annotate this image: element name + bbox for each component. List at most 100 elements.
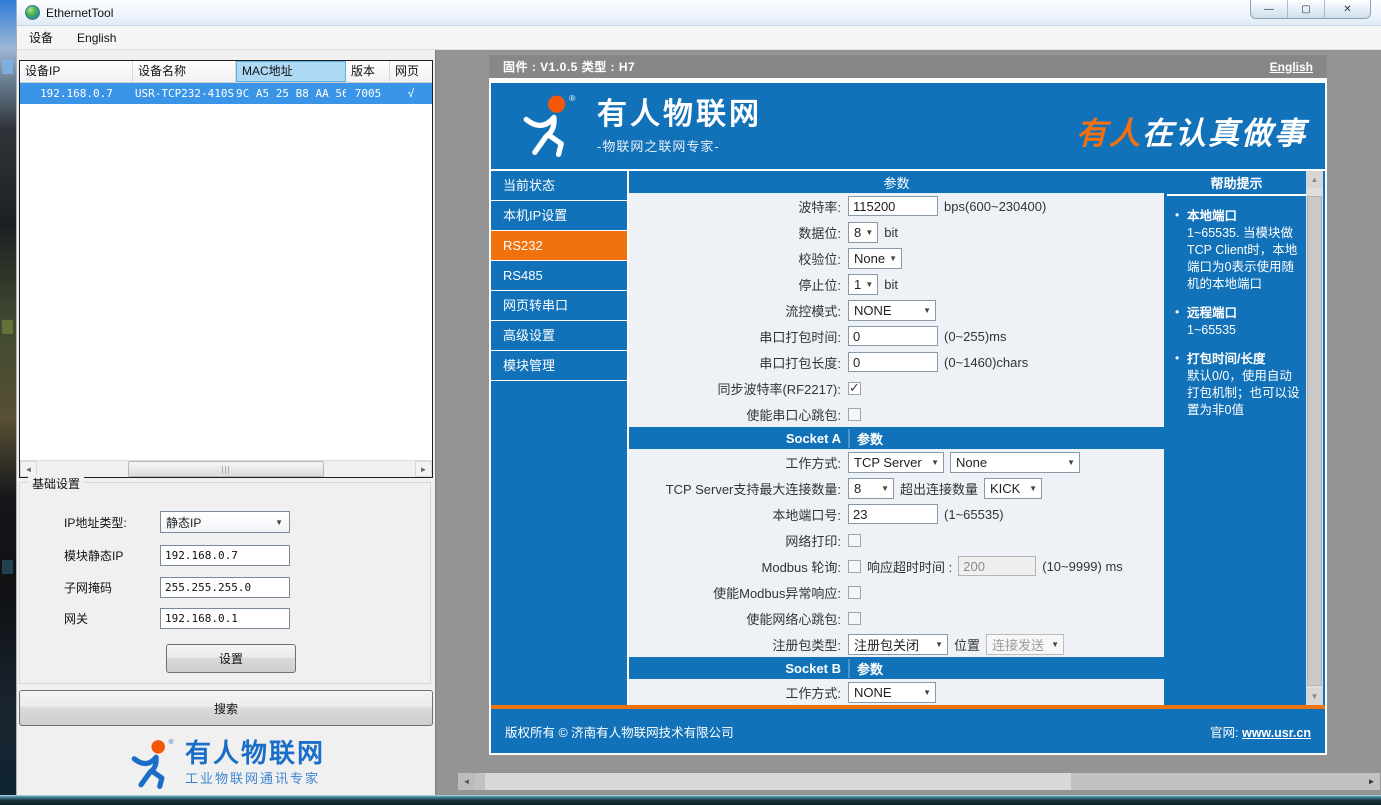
socket-a-params: 参数 (848, 429, 883, 448)
max-conn-row: TCP Server支持最大连接数量: 8▼ 超出连接数量 KICK▼ (629, 475, 1164, 501)
chevron-down-icon: ▼ (923, 688, 931, 697)
scroll-thumb[interactable] (1307, 196, 1322, 686)
browser-hscrollbar[interactable]: ◄ ► (458, 773, 1380, 790)
flow-ctrl-value: NONE (854, 303, 892, 318)
usr-logo: ® 有人物联网 工业物联网通讯专家 (127, 738, 325, 790)
scroll-thumb[interactable]: ||| (128, 461, 325, 477)
baud-input[interactable] (848, 196, 938, 216)
cell-device-name: USR-TCP232-410S (133, 83, 236, 104)
maximize-button[interactable]: ▢ (1288, 0, 1325, 18)
ip-type-select[interactable]: 静态IP ▼ (160, 511, 290, 533)
nav-item-web-to-serial[interactable]: 网页转串口 (491, 291, 627, 321)
english-link[interactable]: English (1270, 60, 1313, 74)
static-ip-label: 模块静态IP (20, 547, 160, 564)
scroll-right-arrow-icon[interactable]: ► (1363, 773, 1380, 790)
net-print-row: 网络打印: ✓ (629, 527, 1164, 553)
menu-item-english[interactable]: English (65, 26, 128, 50)
work-mode-b-select[interactable]: NONE▼ (848, 682, 936, 703)
scroll-left-arrow-icon[interactable]: ◄ (458, 773, 475, 790)
column-header-device-ip[interactable]: 设备IP (20, 61, 133, 82)
flow-ctrl-select[interactable]: NONE▼ (848, 300, 936, 321)
site-link[interactable]: www.usr.cn (1242, 726, 1311, 740)
gateway-input[interactable] (160, 608, 290, 629)
section-header-params: 参数 (629, 171, 1164, 193)
work-mode-a-select[interactable]: TCP Server▼ (848, 452, 944, 473)
net-heartbeat-checkbox[interactable]: ✓ (848, 612, 861, 625)
work-mode-a-label: 工作方式: (629, 453, 848, 472)
net-print-checkbox[interactable]: ✓ (848, 534, 861, 547)
modbus-poll-label: Modbus 轮询: (629, 557, 848, 576)
help-item-text: 1~65535 (1187, 322, 1237, 339)
webpage-header: ® 有人物联网 -物联网之联网专家- 有人在认真做事 (491, 83, 1325, 169)
nav-item-module-mgmt[interactable]: 模块管理 (491, 351, 627, 381)
static-ip-input[interactable] (160, 545, 290, 566)
search-button[interactable]: 搜索 (19, 690, 433, 726)
reg-pkt-select[interactable]: 注册包关闭▼ (848, 634, 948, 655)
bullet-icon: • (1175, 208, 1187, 293)
data-bits-select[interactable]: 8▼ (848, 222, 878, 243)
column-header-mac[interactable]: MAC地址 (236, 61, 346, 82)
modbus-exc-checkbox[interactable]: ✓ (848, 586, 861, 599)
scroll-thumb[interactable] (485, 773, 1071, 790)
column-header-web[interactable]: 网页 (390, 61, 432, 82)
help-item-text: 1~65535. 当模块做TCP Client时，本地端口为0表示使用随机的本地… (1187, 225, 1300, 293)
modbus-poll-checkbox[interactable]: ✓ (848, 560, 861, 573)
ip-type-value: 静态IP (166, 514, 201, 531)
max-conn-select[interactable]: 8▼ (848, 478, 894, 499)
local-port-suffix: (1~65535) (944, 507, 1004, 522)
cell-version: 7005 (346, 83, 390, 104)
scroll-up-arrow-icon[interactable]: ▲ (1306, 171, 1323, 188)
scroll-track[interactable] (475, 773, 1363, 790)
stop-bits-suffix: bit (884, 277, 898, 292)
scroll-track[interactable] (1306, 188, 1323, 688)
nav-item-local-ip[interactable]: 本机IP设置 (491, 201, 627, 231)
work-mode-a-sub-select[interactable]: None▼ (950, 452, 1080, 473)
table-row[interactable]: 192.168.0.7 USR-TCP232-410S 9C A5 25 B8 … (20, 83, 432, 104)
nav-item-advanced[interactable]: 高级设置 (491, 321, 627, 351)
scroll-right-arrow-icon[interactable]: ► (415, 461, 432, 477)
parity-select[interactable]: None▼ (848, 248, 902, 269)
stop-bits-label: 停止位: (629, 275, 848, 294)
reg-pkt-pos-value: 连接发送 (992, 635, 1044, 654)
app-logo-area: ® 有人物联网 工业物联网通讯专家 (17, 732, 435, 795)
kick-value: KICK (990, 481, 1020, 496)
webpage-footer: 版权所有 © 济南有人物联网技术有限公司 官网: www.usr.cn (491, 709, 1325, 753)
cell-mac: 9C A5 25 B8 AA 56 (236, 83, 346, 104)
scroll-track[interactable]: ||| (37, 461, 415, 477)
socket-b-params: 参数 (848, 659, 883, 678)
help-item: • 远程端口1~65535 (1175, 305, 1300, 339)
sidebar-nav: 当前状态 本机IP设置 RS232 RS485 网页转串口 高级设置 模块管理 (491, 171, 627, 705)
subnet-input[interactable] (160, 577, 290, 598)
subnet-label: 子网掩码 (20, 579, 160, 596)
menu-item-device[interactable]: 设备 (17, 26, 65, 50)
page-vscrollbar[interactable]: ▲ ▼ (1306, 171, 1323, 705)
firmware-info: 固件 : V1.0.5 类型 : H7 (503, 58, 1270, 75)
data-bits-value: 8 (854, 225, 861, 240)
local-port-input[interactable] (848, 504, 938, 524)
sync-baud-checkbox[interactable]: ✓ (848, 382, 861, 395)
close-button[interactable]: ✕ (1325, 0, 1370, 18)
stop-bits-select[interactable]: 1▼ (848, 274, 878, 295)
column-header-version[interactable]: 版本 (346, 61, 390, 82)
work-mode-a-row: 工作方式: TCP Server▼ None▼ (629, 449, 1164, 475)
cell-web-link[interactable]: √ (390, 83, 432, 104)
serial-heartbeat-checkbox[interactable]: ✓ (848, 408, 861, 421)
stop-bits-row: 停止位: 1▼ bit (629, 271, 1164, 297)
nav-item-rs485[interactable]: RS485 (491, 261, 627, 291)
kick-select[interactable]: KICK▼ (984, 478, 1042, 499)
scroll-down-arrow-icon[interactable]: ▼ (1306, 688, 1323, 705)
pack-len-input[interactable] (848, 352, 938, 372)
pack-time-label: 串口打包时间: (629, 327, 848, 346)
minimize-button[interactable]: — (1251, 0, 1288, 18)
help-panel: 帮助提示 • 本地端口1~65535. 当模块做TCP Client时，本地端口… (1167, 171, 1306, 705)
net-heartbeat-label: 使能网络心跳包: (629, 609, 848, 628)
column-header-device-name[interactable]: 设备名称 (133, 61, 236, 82)
nav-item-current-status[interactable]: 当前状态 (491, 171, 627, 201)
set-button[interactable]: 设置 (166, 644, 296, 673)
pack-time-suffix: (0~255)ms (944, 329, 1007, 344)
app-icon (25, 5, 40, 20)
title-bar[interactable]: EthernetTool — ▢ ✕ (17, 0, 1381, 26)
nav-item-rs232[interactable]: RS232 (491, 231, 627, 261)
pack-time-input[interactable] (848, 326, 938, 346)
parity-row: 校验位: None▼ (629, 245, 1164, 271)
